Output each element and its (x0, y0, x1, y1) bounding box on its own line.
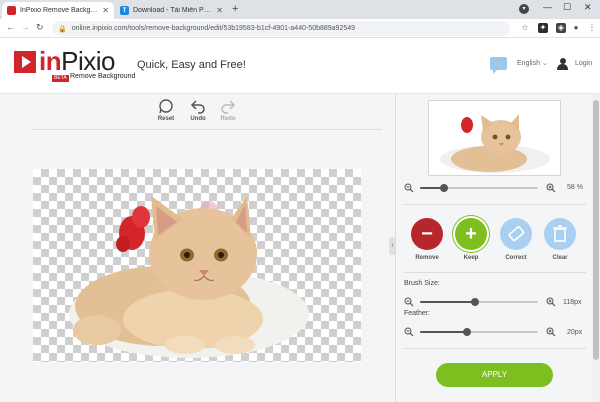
slider-handle[interactable] (471, 298, 480, 306)
preview-thumbnail[interactable] (428, 100, 561, 176)
tab-search-icon[interactable]: ▾ (519, 4, 529, 14)
tab-download[interactable]: T Download - Tải Miễn Phí VN - Ph ✕ (115, 2, 228, 19)
zoom-in-icon[interactable] (546, 327, 556, 337)
feather-slider[interactable] (420, 328, 538, 336)
feather-value: 20px (567, 329, 583, 336)
feather-label: Feather: (404, 310, 431, 317)
divider (404, 348, 586, 349)
keep-button[interactable]: + Keep (453, 218, 489, 261)
language-selector[interactable]: English (517, 60, 540, 67)
undo-button[interactable]: Undo (183, 98, 213, 122)
app-header: inPixio BETA Remove Background Quick, Ea… (0, 38, 600, 94)
back-icon[interactable]: ← (6, 22, 15, 32)
divider (32, 129, 382, 130)
browser-toolbar: ← → ↻ 🔒 online.inpixio.com/tools/remove-… (0, 19, 600, 38)
editor-workspace: Reset Undo Redo (0, 94, 395, 402)
menu-icon[interactable]: ⋮ (587, 23, 597, 33)
edit-toolbar: Reset Undo Redo (0, 94, 395, 130)
image-canvas[interactable] (33, 169, 361, 362)
star-icon[interactable]: ☆ (520, 23, 530, 33)
tool-panel: 58 % − Remove + Keep Correct Clear Brush… (395, 94, 592, 402)
reset-icon (159, 99, 173, 114)
window-close-icon[interactable]: ✕ (584, 2, 592, 13)
inpixio-favicon-icon (7, 6, 16, 15)
redo-button[interactable]: Redo (213, 98, 243, 122)
tab-title: InPixio Remove Background (20, 7, 99, 14)
page-scrollbar[interactable] (592, 94, 600, 402)
zoom-out-icon[interactable] (404, 183, 414, 193)
divider (404, 204, 586, 205)
trash-icon (544, 218, 576, 250)
logo-subtitle: Remove Background (70, 73, 136, 80)
profile-icon[interactable]: ● (571, 23, 581, 33)
extension-icon[interactable]: ◈ (556, 23, 566, 33)
reload-icon[interactable]: ↻ (36, 22, 44, 33)
cat-preview-image (440, 114, 550, 173)
minimize-icon[interactable]: — (543, 2, 552, 12)
eraser-icon (500, 218, 532, 250)
zoom-in-icon[interactable] (546, 183, 556, 193)
brush-mode-group: − Remove + Keep Correct Clear (396, 218, 593, 270)
beta-badge: BETA (52, 75, 69, 82)
logo-play-icon (14, 51, 36, 73)
zoom-out-icon[interactable] (404, 297, 414, 307)
minus-icon: − (411, 218, 443, 250)
zoom-out-icon[interactable] (404, 327, 414, 337)
download-favicon-icon: T (120, 6, 129, 15)
zoom-value: 58 % (567, 184, 583, 191)
zoom-control: 58 % (404, 183, 589, 195)
new-tab-icon[interactable]: + (232, 3, 238, 15)
close-icon[interactable]: ✕ (102, 6, 109, 15)
clear-button[interactable]: Clear (542, 218, 578, 261)
tab-inpixio[interactable]: InPixio Remove Background ✕ (2, 2, 114, 19)
url-text: online.inpixio.com/tools/remove-backgrou… (71, 25, 356, 32)
remove-button[interactable]: − Remove (409, 218, 445, 261)
browser-tab-bar: InPixio Remove Background ✕ T Download -… (0, 0, 600, 19)
undo-icon (190, 100, 205, 114)
slider-handle[interactable] (439, 184, 448, 192)
tagline: Quick, Easy and Free! (137, 59, 246, 71)
zoom-slider[interactable] (420, 184, 538, 192)
login-link[interactable]: Login (575, 60, 592, 67)
forward-icon[interactable]: → (21, 22, 30, 32)
redo-icon (221, 100, 236, 114)
tab-title: Download - Tải Miễn Phí VN - Ph (133, 7, 213, 14)
chevron-down-icon[interactable]: ⌄ (542, 59, 548, 67)
brush-size-label: Brush Size: (404, 280, 440, 287)
close-icon[interactable]: ✕ (216, 6, 223, 15)
plus-icon: + (455, 218, 487, 250)
apply-button[interactable]: APPLY (436, 363, 553, 387)
reset-button[interactable]: Reset (151, 98, 181, 122)
correct-button[interactable]: Correct (498, 218, 534, 261)
scrollbar-thumb[interactable] (593, 100, 599, 360)
zoom-in-icon[interactable] (546, 297, 556, 307)
slider-handle[interactable] (463, 328, 472, 336)
brush-size-value: 118px (563, 299, 582, 306)
lock-icon: 🔒 (58, 25, 67, 33)
divider (404, 272, 586, 273)
inpixio-logo[interactable]: inPixio BETA Remove Background (14, 46, 136, 86)
address-bar[interactable]: 🔒 online.inpixio.com/tools/remove-backgr… (52, 21, 510, 36)
chat-icon[interactable] (490, 57, 507, 74)
user-icon[interactable] (557, 58, 568, 70)
brush-size-slider[interactable] (420, 298, 538, 306)
cat-image (69, 196, 309, 358)
maximize-icon[interactable]: ☐ (563, 2, 571, 13)
extension-icon[interactable]: ✦ (538, 23, 548, 33)
